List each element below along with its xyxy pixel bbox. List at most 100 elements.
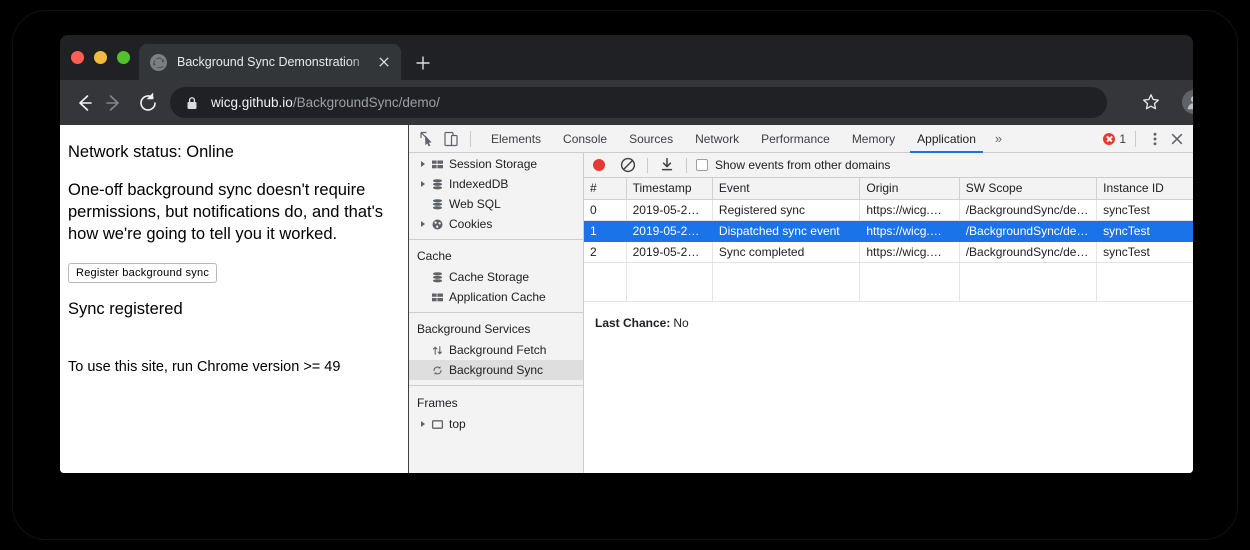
sidebar-item-label: Web SQL [449, 194, 501, 214]
bookmark-star-icon[interactable] [1141, 92, 1161, 112]
right-divider [1135, 131, 1136, 147]
cell-event: Registered sync [712, 199, 859, 220]
session-storage-icon [429, 158, 445, 171]
page-description: One-off background sync doesn't require … [68, 179, 390, 246]
column-header-sw-scope[interactable]: SW Scope [959, 178, 1096, 199]
cell-timestamp: 2019-05-2… [626, 199, 712, 220]
maximize-window-button[interactable] [117, 51, 130, 64]
cell-empty [626, 262, 712, 301]
tab-memory[interactable]: Memory [841, 125, 906, 153]
window-controls [71, 51, 130, 64]
close-window-button[interactable] [71, 51, 84, 64]
clear-button[interactable] [618, 155, 638, 175]
last-chance-value: No [673, 316, 688, 330]
tab-network[interactable]: Network [684, 125, 750, 153]
show-other-domains-checkbox[interactable] [696, 159, 708, 171]
table-header-row: # Timestamp Event Origin SW Scope Instan… [584, 178, 1193, 199]
sync-status-text: Sync registered [68, 300, 390, 319]
back-button[interactable] [69, 88, 99, 118]
sidebar-item-cookies[interactable]: Cookies [409, 214, 583, 234]
cell-sw-scope: /BackgroundSync/de… [959, 220, 1096, 241]
cell-number: 0 [584, 199, 626, 220]
devtools-panel: Elements Console Sources Network Perform… [409, 125, 1193, 473]
cell-event: Sync completed [712, 241, 859, 262]
more-tabs-button[interactable]: » [987, 125, 1010, 153]
sidebar-item-background-fetch[interactable]: Background Fetch [409, 340, 583, 360]
minimize-window-button[interactable] [94, 51, 107, 64]
sidebar-item-top-frame[interactable]: top [409, 414, 583, 434]
column-header-timestamp[interactable]: Timestamp [626, 178, 712, 199]
sidebar-item-label: top [449, 414, 466, 434]
sidebar-item-label: Background Sync [449, 360, 543, 380]
devtools-settings-button[interactable] [1145, 129, 1165, 149]
sidebar-item-label: Cache Storage [449, 267, 529, 287]
cell-origin: https://wicg.… [860, 199, 959, 220]
profile-avatar[interactable] [1182, 90, 1193, 114]
error-badge[interactable]: 1 [1103, 132, 1126, 146]
column-header-event[interactable]: Event [712, 178, 859, 199]
network-status-heading: Network status: Online [68, 142, 390, 163]
cell-instance-id: syncTest [1097, 199, 1193, 220]
register-background-sync-button[interactable]: Register background sync [68, 263, 217, 283]
export-button[interactable] [657, 155, 677, 175]
record-button[interactable] [593, 159, 605, 171]
sidebar-divider [409, 385, 583, 386]
last-chance-label: Last Chance: [595, 316, 670, 330]
screenshot-root: Background Sync Demonstration [0, 0, 1250, 550]
sidebar-group-frames: Frames [409, 392, 583, 414]
table-empty-area [584, 262, 1193, 301]
browser-window: Background Sync Demonstration [60, 35, 1193, 473]
forward-button[interactable] [99, 88, 129, 118]
sync-favicon [150, 54, 167, 71]
sidebar-item-label: Cookies [449, 214, 492, 234]
sidebar-item-label: IndexedDB [449, 174, 508, 194]
expand-caret-icon[interactable] [417, 421, 429, 427]
sidebar-item-indexeddb[interactable]: IndexedDB [409, 174, 583, 194]
tab-elements[interactable]: Elements [480, 125, 552, 153]
last-chance-detail: Last Chance:No [584, 302, 1193, 330]
sidebar-item-application-cache[interactable]: Application Cache [409, 287, 583, 307]
expand-caret-icon[interactable] [417, 161, 429, 167]
cell-instance-id: syncTest [1097, 220, 1193, 241]
close-tab-button[interactable] [375, 53, 393, 71]
app-cache-icon [429, 291, 445, 304]
cookie-icon [429, 218, 445, 231]
toggle-device-toolbar-icon[interactable] [441, 129, 461, 149]
column-header-number[interactable]: # [584, 178, 626, 199]
sidebar-group-background-services: Background Services [409, 318, 583, 340]
cell-instance-id: syncTest [1097, 241, 1193, 262]
url-path: /BackgroundSync/demo/ [293, 95, 440, 110]
inspect-element-icon[interactable] [417, 129, 437, 149]
address-bar[interactable]: wicg.github.io/BackgroundSync/demo/ [170, 87, 1107, 118]
new-tab-button[interactable] [412, 52, 434, 74]
tab-sources[interactable]: Sources [618, 125, 684, 153]
reload-button[interactable] [133, 88, 163, 118]
url-domain: wicg.github.io [211, 95, 293, 110]
expand-caret-icon[interactable] [417, 181, 429, 187]
sync-icon [429, 364, 445, 377]
cell-event: Dispatched sync event [712, 220, 859, 241]
expand-caret-icon[interactable] [417, 221, 429, 227]
tab-console[interactable]: Console [552, 125, 618, 153]
sidebar-group-cache: Cache [409, 245, 583, 267]
browser-tab[interactable]: Background Sync Demonstration [139, 44, 401, 80]
close-devtools-button[interactable] [1167, 129, 1187, 149]
cell-number: 1 [584, 220, 626, 241]
column-header-instance-id[interactable]: Instance ID [1097, 178, 1193, 199]
sidebar-item-session-storage[interactable]: Session Storage [409, 154, 583, 174]
toolbar-divider [470, 131, 471, 147]
tab-performance[interactable]: Performance [750, 125, 841, 153]
sidebar-item-web-sql[interactable]: Web SQL [409, 194, 583, 214]
sidebar-item-background-sync[interactable]: Background Sync [409, 360, 583, 380]
tab-application[interactable]: Application [906, 125, 987, 153]
cell-origin: https://wicg.… [860, 241, 959, 262]
table-row[interactable]: 0 2019-05-2… Registered sync https://wic… [584, 199, 1193, 220]
column-header-origin[interactable]: Origin [860, 178, 959, 199]
toolbar-divider [647, 158, 648, 173]
error-icon [1103, 133, 1115, 145]
table-row[interactable]: 1 2019-05-2… Dispatched sync event https… [584, 220, 1193, 241]
database-icon [429, 198, 445, 211]
sidebar-item-cache-storage[interactable]: Cache Storage [409, 267, 583, 287]
table-row[interactable]: 2 2019-05-2… Sync completed https://wicg… [584, 241, 1193, 262]
sidebar-item-label: Application Cache [449, 287, 546, 307]
